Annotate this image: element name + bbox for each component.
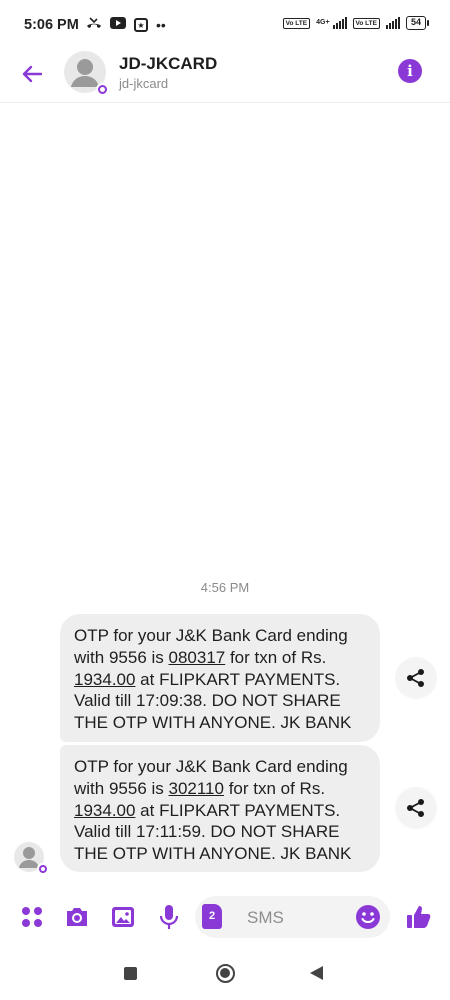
home-button[interactable] [216,964,235,983]
amount-link[interactable]: 1934.00 [74,801,135,820]
contact-name[interactable]: JD-JKCARD [119,54,217,74]
system-nav-bar [0,945,450,1000]
sim-selector[interactable]: 2 [202,904,222,929]
camera-button[interactable] [63,903,91,931]
messenger-badge-icon [96,83,109,96]
status-time: 5:06 PM [24,17,79,33]
volte-icon-2: Vo LTE [352,17,380,29]
status-bar: 5:06 PM ★ •• Vo LTE 4G+ Vo LTE 54 [0,0,450,48]
signal-bars-icon [332,17,347,29]
network-type-label: 4G+ [316,19,330,26]
conversation-header: JD-JKCARD jd-jkcard i [0,48,450,103]
volte-icon: Vo LTE [282,17,311,29]
thumbs-up-icon [407,906,431,928]
message-text: for txn of Rs. [225,647,327,667]
message-bubble[interactable]: OTP for your J&K Bank Card ending with 9… [60,614,380,742]
amount-link[interactable]: 1934.00 [74,670,135,689]
emoji-button[interactable] [354,903,382,931]
share-icon [407,799,424,817]
voice-button[interactable] [155,903,183,931]
gallery-button[interactable] [109,903,137,931]
messenger-badge-icon [37,863,48,874]
system-icons: Vo LTE 4G+ Vo LTE 54 [282,16,430,30]
signal-bars-icon-2 [385,17,400,29]
notification-icons: ★ •• [86,16,166,34]
message-bubble[interactable]: OTP for your J&K Bank Card ending with 9… [60,745,380,872]
info-button[interactable]: i [398,59,422,83]
system-back-button[interactable] [310,966,323,980]
share-icon [407,669,424,687]
message-text: for txn of Rs. [223,778,326,798]
otp-link[interactable]: 302110 [169,779,224,798]
share-button[interactable] [395,657,437,699]
message-composer: 2 SMS [0,892,450,942]
smiley-icon [356,905,380,929]
back-arrow-icon [22,65,43,83]
microphone-icon [159,905,179,929]
camera-icon [67,908,87,926]
sender-avatar[interactable] [14,842,48,874]
recent-apps-button[interactable] [124,967,137,980]
missed-call-icon [86,16,102,34]
message-input-placeholder: SMS [247,908,284,927]
gallery-icon [112,907,134,927]
contact-avatar[interactable] [64,51,109,96]
contact-subtitle: jd-jkcard [119,76,169,91]
otp-link[interactable]: 080317 [169,648,226,667]
message-timestamp: 4:56 PM [200,580,250,595]
back-button[interactable] [14,56,50,92]
like-button[interactable] [405,903,433,931]
battery-icon: 54 [405,16,430,30]
share-button[interactable] [395,787,437,829]
youtube-icon [110,16,126,34]
app-notification-icon: ★ [134,18,148,32]
apps-button[interactable] [18,903,46,931]
more-notifications-icon: •• [156,17,166,33]
apps-grid-icon [22,907,42,927]
